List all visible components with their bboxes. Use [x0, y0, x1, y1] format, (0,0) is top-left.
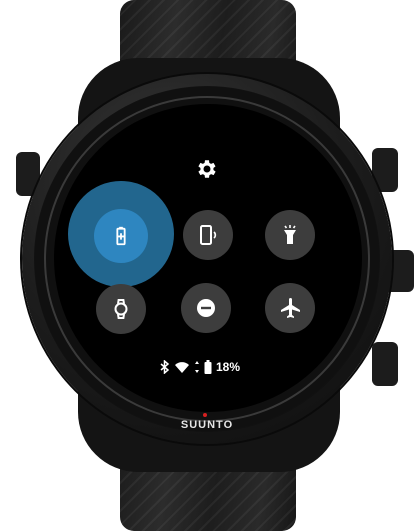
do-not-disturb-tile[interactable] [181, 283, 231, 333]
watch-theater-mode-tile[interactable] [96, 284, 146, 334]
bluetooth-icon [160, 360, 170, 374]
watch-theater-mode-icon [114, 299, 128, 319]
flashlight-icon [284, 225, 296, 244]
do-not-disturb-icon [197, 299, 215, 317]
wifi-icon [175, 362, 189, 373]
flashlight-tile[interactable] [265, 210, 315, 260]
phone-ringer-icon [200, 225, 217, 245]
battery-saver-tile[interactable] [94, 209, 148, 263]
settings-gear-icon[interactable] [194, 156, 220, 182]
status-bar: 18% [160, 357, 240, 377]
brand-dot [203, 413, 207, 417]
airplane-mode-icon [281, 298, 300, 318]
battery-percentage: 18% [216, 360, 241, 374]
airplane-mode-tile[interactable] [265, 283, 315, 333]
bottom-right-pusher-button[interactable] [372, 342, 398, 386]
phone-ringer-tile[interactable] [183, 210, 233, 260]
battery-icon [204, 360, 212, 374]
battery-saver-icon [116, 226, 126, 246]
brand-logo: SUUNTO [180, 419, 234, 431]
wifi-sync-arrows-icon [195, 361, 199, 373]
